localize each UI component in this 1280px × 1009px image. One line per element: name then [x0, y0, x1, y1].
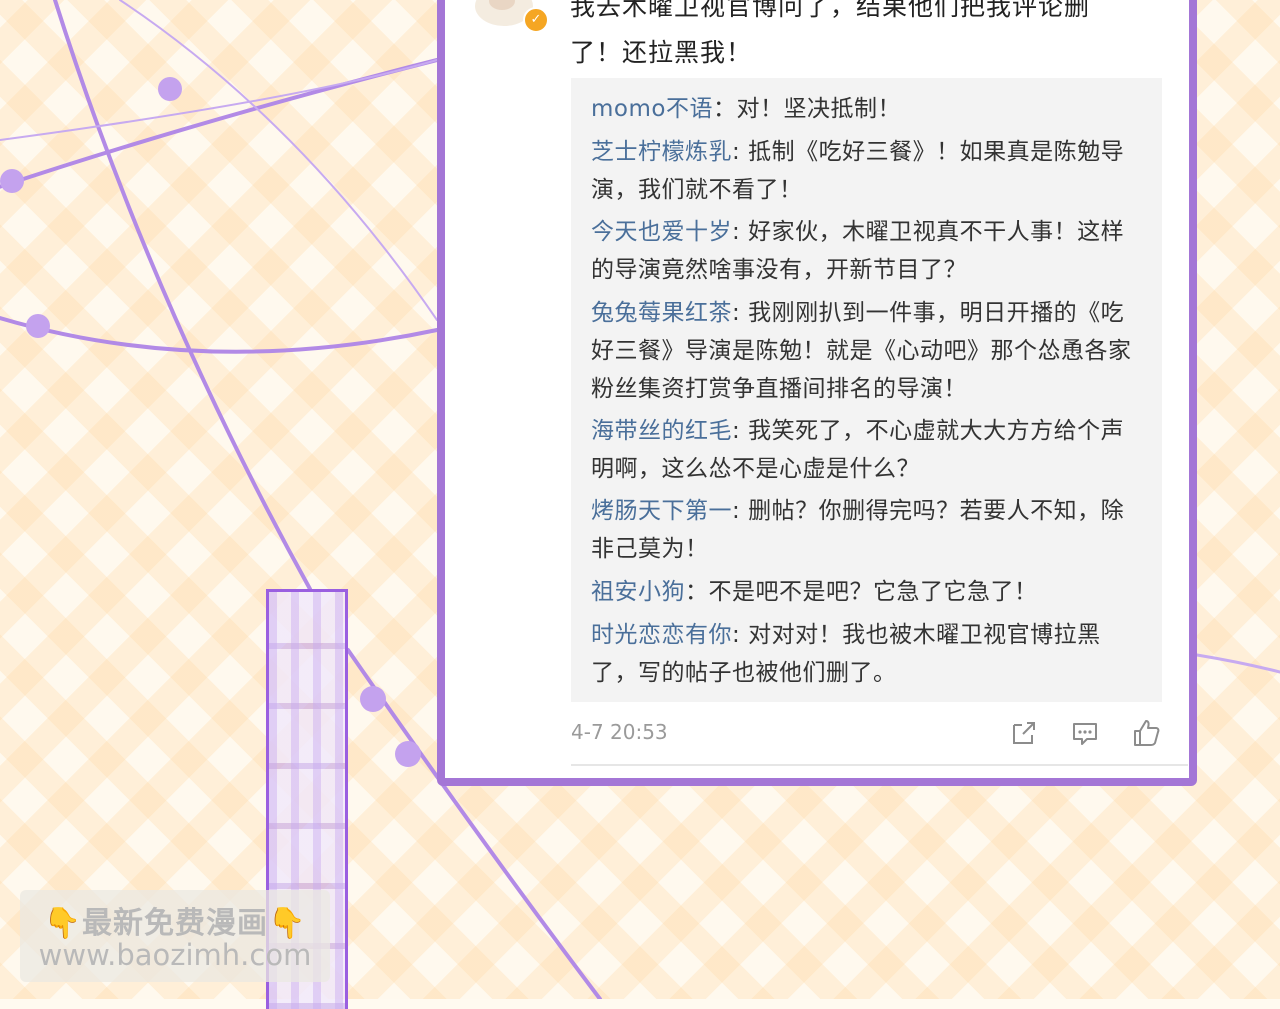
reply-item: 芝士柠檬炼乳: 抵制《吃好三餐》！如果真是陈勉导演，我们就不看了！ [591, 133, 1144, 209]
reply-separator: ： [685, 579, 709, 605]
watermark: 👇最新免费漫画👇 www.baozimh.com [20, 890, 330, 982]
reply-username[interactable]: 兔兔莓果红茶 [591, 300, 732, 326]
reply-username[interactable]: 祖安小狗 [591, 579, 685, 605]
thumbs-up-icon[interactable] [1130, 717, 1162, 749]
reply-username[interactable]: 烤肠天下第一 [591, 498, 732, 524]
reply-item: 祖安小狗：不是吧不是吧？它急了它急了！ [591, 573, 1144, 611]
reply-separator: : [732, 622, 749, 648]
reply-item: 烤肠天下第一: 删帖？你删得完吗？若要人不知，除非己莫为！ [591, 492, 1144, 568]
reply-item: 兔兔莓果红茶: 我刚刚扒到一件事，明日开播的《吃好三餐》导演是陈勉！就是《心动吧… [591, 294, 1144, 408]
reply-username[interactable]: 时光恋恋有你 [591, 622, 732, 648]
card-divider [571, 764, 1188, 766]
watermark-title: 👇最新免费漫画👇 [43, 906, 307, 941]
comment-icon[interactable] [1069, 717, 1101, 749]
reply-text: 对！坚决抵制！ [736, 96, 901, 122]
share-icon[interactable] [1008, 717, 1040, 749]
reply-separator: : [732, 418, 749, 444]
reply-item: 今天也爱十岁: 好家伙，木曜卫视真不干人事！这样的导演竟然啥事没有，开新节目了？ [591, 213, 1144, 289]
post-text: 我去木曜卫视官博问了，结果他们把我评论删了！还拉黑我！ [570, 0, 1091, 67]
post-timestamp: 4-7 20:53 [571, 720, 668, 744]
reply-username[interactable]: 芝士柠檬炼乳 [591, 139, 732, 165]
reply-separator: : [732, 498, 749, 524]
reply-username[interactable]: 今天也爱十岁 [591, 219, 732, 245]
reply-separator: ： [712, 96, 737, 122]
reply-username[interactable]: 海带丝的红毛 [591, 418, 732, 444]
verified-badge-icon: ✓ [523, 7, 549, 33]
reply-separator: : [732, 139, 749, 165]
reply-item: momo不语：对！坚决抵制！ [591, 90, 1144, 128]
reply-separator: : [732, 219, 749, 245]
reply-separator: : [732, 300, 749, 326]
reply-item: 海带丝的红毛: 我笑死了，不心虚就大大方方给个声明啊，这么怂不是心虚是什么？ [591, 412, 1144, 488]
watermark-url: www.baozimh.com [38, 938, 312, 972]
reply-text: 不是吧不是吧？它急了它急了！ [708, 579, 1038, 605]
reply-item: 时光恋恋有你: 对对对！我也被木曜卫视官博拉黑了，写的帖子也被他们删了。 [591, 616, 1144, 692]
reply-username[interactable]: momo不语 [591, 96, 713, 122]
